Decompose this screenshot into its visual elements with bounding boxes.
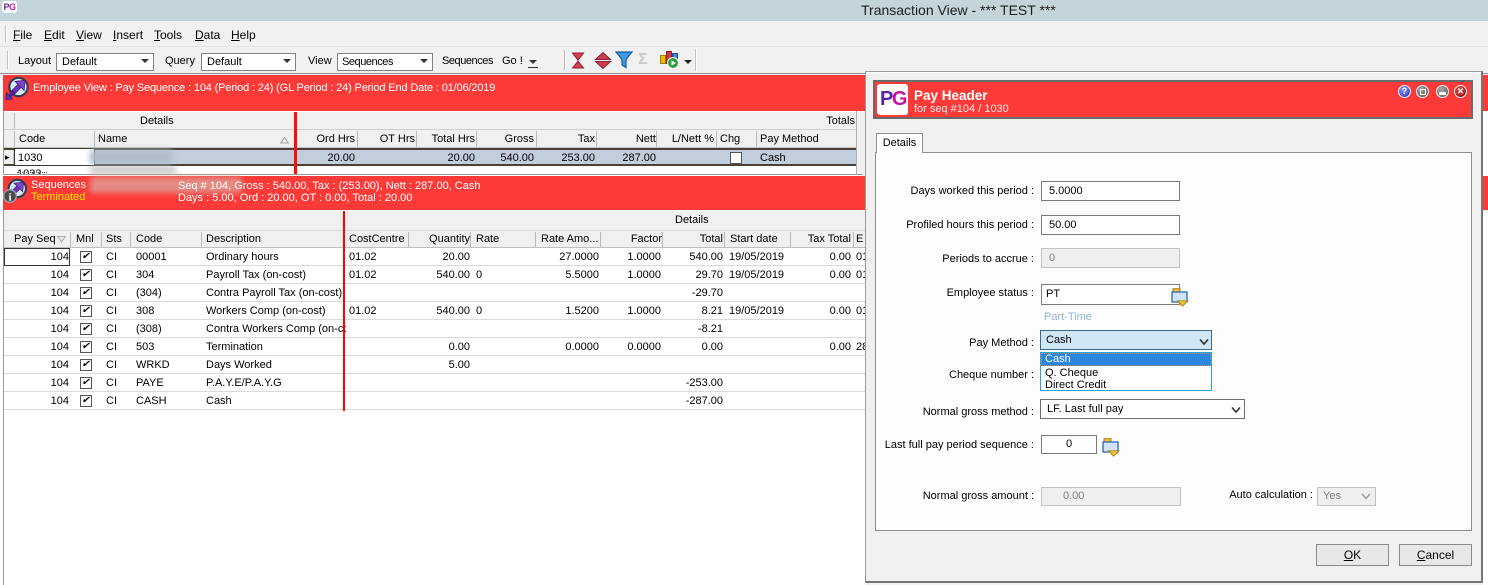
svg-text:i: i [8, 192, 11, 204]
